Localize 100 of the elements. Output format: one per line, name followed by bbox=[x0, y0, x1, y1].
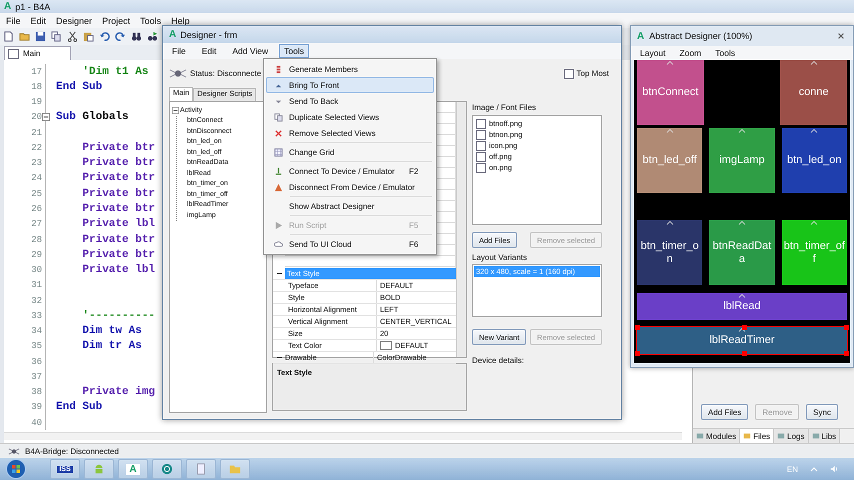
view-block[interactable]: btnReadData bbox=[709, 220, 775, 285]
line-number: 37 bbox=[30, 372, 42, 382]
menu-item[interactable]: Tools bbox=[715, 48, 736, 58]
line-number: 31 bbox=[30, 280, 42, 290]
find-next-icon[interactable] bbox=[147, 31, 158, 42]
line-number: 35 bbox=[30, 341, 42, 352]
redo-icon[interactable] bbox=[115, 31, 126, 42]
menu-item[interactable]: Remove Selected Views bbox=[266, 125, 434, 141]
checkbox[interactable] bbox=[564, 68, 574, 78]
code-line: 'Dim t1 As bbox=[81, 66, 148, 78]
warning-icon bbox=[274, 182, 282, 192]
panel-tab[interactable]: Logs bbox=[774, 429, 808, 443]
menu-item[interactable]: Project bbox=[102, 16, 130, 26]
plug-icon bbox=[274, 166, 282, 176]
menu-item[interactable]: Send To Back bbox=[266, 93, 434, 109]
resize-handle[interactable] bbox=[844, 325, 849, 330]
paste-icon[interactable] bbox=[83, 31, 94, 42]
editor-tab[interactable]: Main bbox=[4, 46, 71, 60]
new-file-icon[interactable] bbox=[3, 31, 14, 42]
close-icon bbox=[274, 128, 282, 138]
menu-item[interactable]: Zoom bbox=[680, 48, 702, 58]
copy-icon bbox=[274, 112, 282, 122]
app-icon: A bbox=[4, 1, 12, 12]
chevron-icon bbox=[738, 221, 746, 225]
menu-item[interactable]: Help bbox=[171, 16, 190, 26]
grid-icon bbox=[274, 148, 282, 156]
menu-item[interactable]: Show Abstract Designer bbox=[266, 198, 434, 214]
resize-handle[interactable] bbox=[635, 325, 640, 330]
menu-item[interactable]: Disconnect From Device / Emulator bbox=[266, 179, 434, 195]
save-icon[interactable] bbox=[35, 31, 46, 42]
line-number: 21 bbox=[30, 128, 42, 138]
resize-handle[interactable] bbox=[742, 325, 747, 330]
chevron-icon bbox=[810, 61, 818, 65]
view-block[interactable]: btn_led_on bbox=[782, 128, 847, 193]
window-title: p1 - B4A bbox=[15, 2, 50, 12]
resize-handle[interactable] bbox=[635, 351, 640, 356]
scissors-icon[interactable] bbox=[67, 31, 78, 42]
menu-item[interactable]: Send To UI Cloud F6 bbox=[266, 236, 434, 252]
section-label: Device details: bbox=[472, 356, 526, 365]
panel-tab[interactable]: Files bbox=[740, 429, 774, 443]
menu-item[interactable]: Generate Members bbox=[266, 61, 434, 77]
code-line: Private lbl bbox=[81, 218, 156, 230]
undo-icon[interactable] bbox=[99, 31, 110, 42]
menu-item[interactable]: File bbox=[6, 16, 21, 26]
view-block[interactable]: lblRead bbox=[637, 293, 847, 320]
checkbox[interactable] bbox=[476, 162, 486, 172]
view-block[interactable]: btn_timer_on bbox=[637, 220, 702, 285]
binoculars-icon[interactable] bbox=[131, 31, 142, 42]
top-most-checkbox[interactable]: Top Most bbox=[564, 68, 609, 78]
checkbox[interactable] bbox=[476, 152, 486, 162]
taskbar-app[interactable] bbox=[186, 459, 216, 479]
line-number: 30 bbox=[30, 265, 42, 276]
code-line: End Sub bbox=[56, 80, 102, 93]
chevron-icon bbox=[810, 221, 818, 225]
collapse-icon[interactable] bbox=[42, 113, 50, 122]
panel-button[interactable]: Add Files bbox=[701, 404, 748, 420]
code-line: Private btr bbox=[81, 203, 156, 216]
menu-item[interactable]: Designer bbox=[56, 16, 92, 26]
start-button[interactable] bbox=[6, 459, 26, 479]
collapse-icon[interactable] bbox=[172, 106, 179, 114]
checkbox[interactable] bbox=[476, 140, 486, 150]
menu-item[interactable]: Duplicate Selected Views bbox=[266, 109, 434, 125]
checkbox[interactable] bbox=[476, 118, 486, 128]
copy-icon[interactable] bbox=[51, 31, 62, 42]
line-number: 34 bbox=[30, 326, 42, 336]
menu-item[interactable]: Edit bbox=[196, 44, 222, 58]
menu-item[interactable]: Edit bbox=[30, 16, 46, 26]
line-number: 23 bbox=[30, 158, 42, 168]
menu-item[interactable]: Change Grid bbox=[266, 144, 434, 160]
panel-tab[interactable]: Libs bbox=[808, 429, 840, 443]
code-line: Private btr bbox=[81, 157, 156, 170]
line-number: 17 bbox=[30, 66, 42, 77]
panel-tab[interactable]: Modules bbox=[693, 429, 740, 443]
menu-item[interactable]: Tools bbox=[279, 44, 309, 58]
line-number: 28 bbox=[30, 234, 42, 245]
view-block[interactable]: lblReadTimer bbox=[637, 327, 847, 354]
view-block[interactable]: conne bbox=[780, 60, 848, 125]
menu-item[interactable]: Layout bbox=[640, 48, 666, 58]
menu-item[interactable]: Connect To Device / Emulator F2 bbox=[266, 163, 434, 179]
status-text: B4A-Bridge: Disconnected bbox=[25, 446, 119, 456]
panel-button[interactable]: Sync bbox=[806, 404, 838, 420]
chevron-icon bbox=[810, 129, 818, 133]
code-line: Dim tr As bbox=[81, 340, 142, 352]
scrollbar[interactable] bbox=[4, 432, 682, 440]
menu-item[interactable]: Add View bbox=[227, 44, 274, 58]
line-number: 40 bbox=[30, 418, 42, 428]
line-number: 32 bbox=[30, 296, 42, 306]
menu-item[interactable]: File bbox=[167, 44, 191, 58]
close-icon[interactable] bbox=[837, 32, 845, 40]
code-line: Private btr bbox=[81, 188, 156, 200]
checkbox[interactable] bbox=[476, 130, 486, 140]
taskbar-app[interactable] bbox=[152, 459, 182, 479]
resize-handle[interactable] bbox=[742, 351, 747, 356]
scrollbar[interactable] bbox=[456, 102, 466, 357]
menu-item[interactable]: Bring To Front bbox=[266, 77, 434, 93]
view-block[interactable]: btnConnect bbox=[637, 60, 704, 125]
menu-item[interactable]: Tools bbox=[140, 16, 162, 26]
resize-handle[interactable] bbox=[844, 351, 849, 356]
bars-icon bbox=[274, 64, 282, 74]
status-text: Status: Disconnecte bbox=[190, 69, 262, 78]
